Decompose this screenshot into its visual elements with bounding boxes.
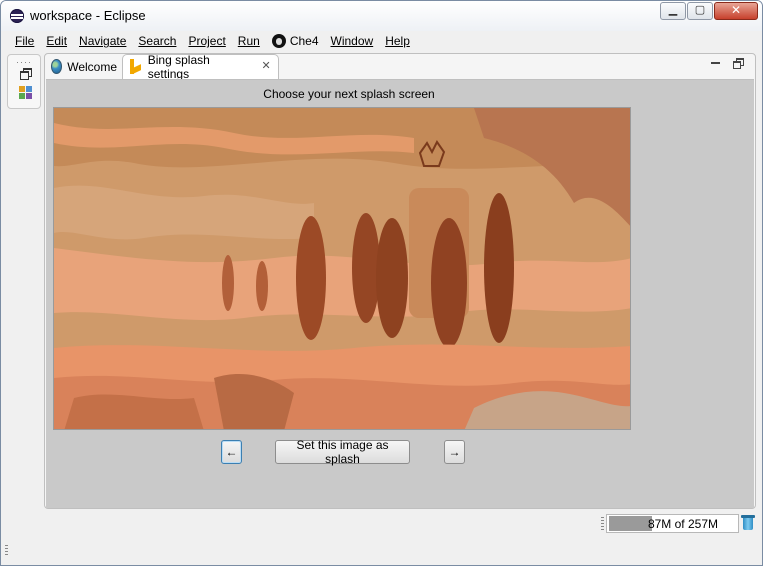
menu-window[interactable]: Window <box>325 34 380 48</box>
minimize-view-icon[interactable] <box>711 58 721 68</box>
bottom-trim-grip-icon[interactable] <box>5 545 8 557</box>
close-icon: ✕ <box>730 3 742 17</box>
close-button[interactable]: ✕ <box>714 2 758 20</box>
maximize-icon: ▢ <box>694 4 706 16</box>
eclipse-icon <box>10 9 24 23</box>
che-icon <box>271 34 286 48</box>
tab-welcome[interactable]: Welcome <box>45 54 123 79</box>
menu-search[interactable]: Search <box>132 34 182 48</box>
splash-settings-panel: Choose your next splash screen ← Set thi… <box>46 79 754 508</box>
menu-bar: File Edit Navigate Search Project Run Ch… <box>1 31 762 51</box>
arrow-left-icon: ← <box>225 445 238 459</box>
window-controls: ▁ ▢ ✕ <box>660 2 758 20</box>
view-controls <box>711 58 744 69</box>
trash-icon[interactable] <box>741 515 755 531</box>
trim-grip-icon[interactable]: ···· <box>16 57 32 67</box>
heap-status-text: 87M of 257M <box>647 517 718 531</box>
tab-close-icon[interactable]: ✕ <box>260 61 272 73</box>
eclipse-window: workspace - Eclipse ▁ ▢ ✕ File Edit Navi… <box>0 0 763 566</box>
left-trim-bar: ···· <box>7 54 41 109</box>
status-bar: 87M of 257M <box>1 511 762 541</box>
menu-edit[interactable]: Edit <box>40 34 73 48</box>
next-image-button[interactable]: → <box>444 440 465 464</box>
menu-file[interactable]: File <box>9 34 40 48</box>
heap-status[interactable]: 87M of 257M <box>606 514 739 533</box>
globe-icon <box>51 59 63 74</box>
restore-icon[interactable] <box>20 68 32 80</box>
minimize-icon: ▁ <box>668 4 678 16</box>
menu-project[interactable]: Project <box>182 34 231 48</box>
title-bar[interactable]: workspace - Eclipse ▁ ▢ ✕ <box>1 1 762 31</box>
tab-bing-splash-settings[interactable]: Bing splash settings ✕ <box>122 53 279 81</box>
window-title: workspace - Eclipse <box>30 8 146 23</box>
restore-view-icon[interactable] <box>733 58 744 69</box>
package-explorer-icon[interactable] <box>18 85 34 101</box>
menu-help[interactable]: Help <box>379 34 416 48</box>
status-grip-icon[interactable] <box>601 517 604 531</box>
maximize-button[interactable]: ▢ <box>687 2 713 20</box>
editor-area: Welcome Bing splash settings ✕ Choose yo… <box>44 53 756 509</box>
set-splash-button[interactable]: Set this image as splash <box>275 438 410 466</box>
menu-run[interactable]: Run <box>232 34 266 48</box>
arrow-right-icon: → <box>448 445 461 459</box>
minimize-button[interactable]: ▁ <box>660 2 686 20</box>
editor-tabs: Welcome Bing splash settings ✕ <box>45 53 755 81</box>
rock-art-image <box>54 108 630 429</box>
splash-caption: Choose your next splash screen <box>263 87 435 101</box>
menu-che4[interactable]: Che4 <box>266 34 325 48</box>
previous-image-button[interactable]: ← <box>221 440 242 464</box>
splash-image-preview <box>53 107 631 430</box>
menu-navigate[interactable]: Navigate <box>73 34 132 48</box>
bing-icon <box>129 59 141 75</box>
